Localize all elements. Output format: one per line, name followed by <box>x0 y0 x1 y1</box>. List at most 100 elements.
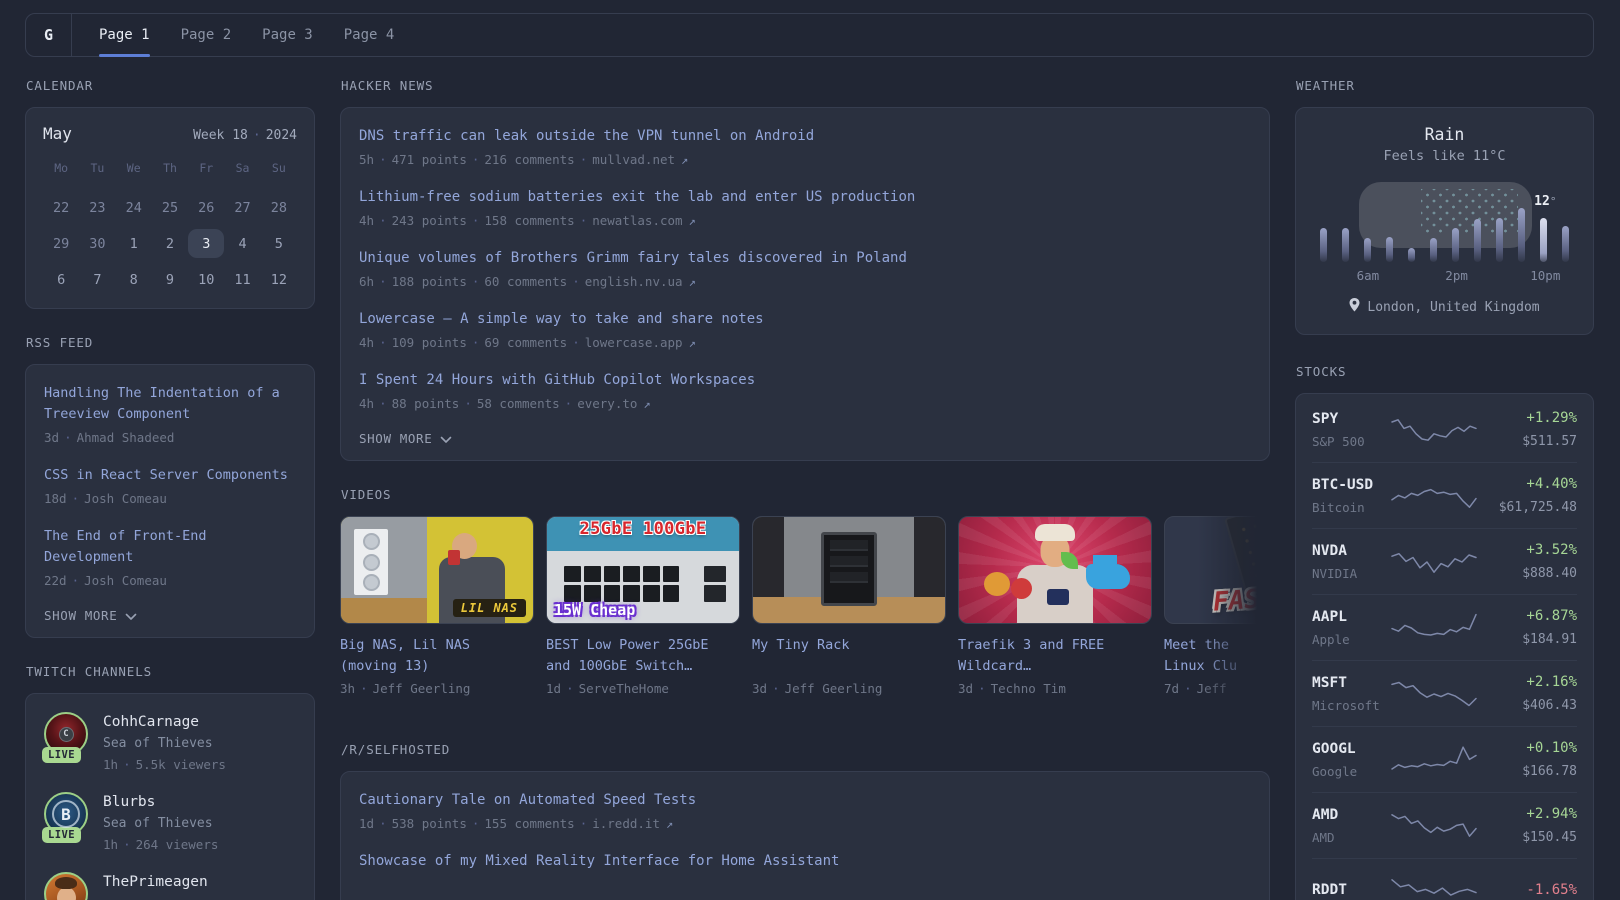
stock-ticker: RDDT <box>1312 881 1347 898</box>
feed-item-link[interactable]: Lowercase – A simple way to take and sha… <box>359 309 1251 330</box>
item-meta: 5h · 471 points · 216 comments · mullvad.net ↗ <box>359 150 1251 170</box>
reddit-list: Cautionary Tale on Automated Speed Tests… <box>359 790 1251 872</box>
calendar-widget: May Week 18 · 2024 Mo Tu We Th Fr Sa Su 22 23 24 25… <box>25 107 315 309</box>
stock-row[interactable]: BTC-USD Bitcoin +4.40% $61,725.48 <box>1312 462 1577 528</box>
tab-page-3[interactable]: Page 3 <box>262 14 313 56</box>
calendar-day: 29 <box>53 235 70 252</box>
hackernews-item: DNS traffic can leak outside the VPN tun… <box>359 126 1251 170</box>
tab-page-2[interactable]: Page 2 <box>181 14 232 56</box>
temperature-bars <box>1320 177 1569 262</box>
meta-part: Jeff <box>1196 681 1227 696</box>
stock-ticker: SPY <box>1312 410 1339 427</box>
meta-part: Josh Comeau <box>84 573 167 588</box>
stock-name: Microsoft <box>1312 697 1380 713</box>
stock-ticker: GOOGL <box>1312 740 1356 757</box>
meta-part: mullvad.net <box>592 152 676 167</box>
avatar-glyph <box>56 886 76 900</box>
show-more-button[interactable]: SHOW MORE <box>44 608 296 623</box>
hackernews-widget: DNS traffic can leak outside the VPN tun… <box>340 107 1270 461</box>
temperature-bar <box>1320 228 1327 262</box>
calendar-month: May <box>43 124 72 143</box>
stock-numbers: +4.40% $61,725.48 <box>1477 475 1577 517</box>
meta-part: 158 comments <box>484 213 575 228</box>
twitch-section: TWITCH CHANNELS C LIVE CohhCarnage Sea of T… <box>25 664 315 900</box>
tab-page-1[interactable]: Page 1 <box>99 14 150 57</box>
hackernews-item: Lowercase – A simple way to take and sha… <box>359 309 1251 353</box>
left-column: CALENDAR May Week 18 · 2024 Mo Tu We Th Fr Sa Su… <box>25 78 315 900</box>
temperature-bar <box>1474 219 1481 262</box>
feed-item-link[interactable]: I Spent 24 Hours with GitHub Copilot Wor… <box>359 370 1251 391</box>
stock-identity: BTC-USD Bitcoin <box>1312 476 1391 517</box>
meta-part: 88 points <box>391 396 460 411</box>
video-card[interactable]: My Tiny Rack 3d · Jeff Geerling <box>752 516 946 696</box>
video-card[interactable]: FAS Meet the Linux Clu 7d · Jeff <box>1164 516 1270 696</box>
item-meta: 3h · Jeff Geerling <box>340 681 534 696</box>
feed-item-link[interactable]: CSS in React Server Components <box>44 465 296 486</box>
meta-part: 216 comments <box>484 152 575 167</box>
tab-page-4[interactable]: Page 4 <box>344 14 395 56</box>
app-logo[interactable]: G <box>26 14 72 56</box>
feed-item-link[interactable]: The End of Front-End Development <box>44 526 296 568</box>
stock-change: +6.87% <box>1526 608 1577 624</box>
feed-item-link[interactable]: Unique volumes of Brothers Grimm fairy t… <box>359 248 1251 269</box>
stock-ticker: MSFT <box>1312 674 1347 691</box>
stock-row[interactable]: NVDA NVIDIA +3.52% $888.40 <box>1312 528 1577 594</box>
location-text: London, United Kingdom <box>1367 299 1540 315</box>
show-more-button[interactable]: SHOW MORE <box>359 431 1251 446</box>
feed-item-link[interactable]: Lithium-free sodium batteries exit the l… <box>359 187 1251 208</box>
tab-nav: Page 1 Page 2 Page 3 Page 4 <box>99 14 395 57</box>
stock-row[interactable]: AMD AMD +2.94% $150.45 <box>1312 792 1577 858</box>
calendar-day-header: Sa <box>235 161 250 175</box>
temperature-bar <box>1386 237 1393 262</box>
stock-name: Bitcoin <box>1312 499 1365 515</box>
channel-info: Blurbs Sea of Thieves 1h · 264 viewers <box>103 792 218 854</box>
channel-name: CohhCarnage <box>103 714 200 730</box>
calendar-day-header: Tu <box>90 161 105 175</box>
stock-identity: AMD AMD <box>1312 806 1391 847</box>
reddit-section: /R/SELFHOSTED Cautionary Tale on Automat… <box>340 742 1270 900</box>
right-column: WEATHER Rain Feels like 11°C 12° 6am 2pm 1… <box>1295 78 1594 900</box>
stock-row[interactable]: AAPL Apple +6.87% $184.91 <box>1312 594 1577 660</box>
feed-item-link[interactable]: Handling The Indentation of a Treeview C… <box>44 383 296 425</box>
stock-change: +1.29% <box>1526 410 1577 426</box>
calendar-year: 2024 <box>265 128 297 143</box>
feed-item-link[interactable]: Cautionary Tale on Automated Speed Tests <box>359 790 1251 811</box>
video-card[interactable]: 25GbE 100GbE 15W Cheap BEST Low Power 25Gb… <box>546 516 740 696</box>
feed-item-link[interactable]: Showcase of my Mixed Reality Interface f… <box>359 851 1251 872</box>
dot-separator: · <box>579 213 588 228</box>
reddit-item: Cautionary Tale on Automated Speed Tests… <box>359 790 1251 834</box>
weather-feels-like: Feels like 11°C <box>1383 148 1506 164</box>
meta-part: Jeff Geerling <box>784 681 883 696</box>
meta-part: 5h <box>359 152 375 167</box>
stock-identity: MSFT Microsoft <box>1312 674 1391 715</box>
video-card[interactable]: LIL NAS Big NAS, Lil NAS (moving 13) 3h · Je… <box>340 516 534 696</box>
meta-part: 5.5k viewers <box>135 757 226 772</box>
channel-avatar: C LIVE <box>42 712 88 763</box>
calendar-day: 9 <box>165 271 175 288</box>
stock-numbers: +2.16% $406.43 <box>1477 673 1577 715</box>
stock-row[interactable]: MSFT Microsoft +2.16% $406.43 <box>1312 660 1577 726</box>
temperature-bar <box>1452 228 1459 262</box>
stock-name: NVIDIA <box>1312 565 1358 581</box>
rss-item: CSS in React Server Components 18d · Josh C… <box>44 465 296 509</box>
dot-separator: · <box>360 681 368 696</box>
video-card[interactable]: Traefik 3 and FREE Wildcard… 3d · Techno Ti… <box>958 516 1152 696</box>
calendar-day: 30 <box>89 235 106 252</box>
stock-row[interactable]: GOOGL Google +0.10% $166.78 <box>1312 726 1577 792</box>
dot-separator: · <box>772 681 780 696</box>
stock-identity: AAPL Apple <box>1312 608 1391 649</box>
calendar-day: 26 <box>198 199 215 216</box>
dot-separator: · <box>464 396 472 411</box>
item-meta: 18d · Josh Comeau <box>44 489 296 509</box>
twitch-channel[interactable]: LIVE ThePrimeagen <box>44 872 296 900</box>
twitch-channel[interactable]: C LIVE CohhCarnage Sea of Thieves 1h · 5.5k vi… <box>42 712 296 774</box>
twitch-channel[interactable]: B LIVE Blurbs Sea of Thieves 1h · 264 viewers <box>42 792 296 854</box>
dot-separator: · <box>64 430 72 445</box>
stock-row[interactable]: SPY S&P 500 +1.29% $511.57 <box>1312 397 1577 462</box>
temperature-bar <box>1540 218 1547 262</box>
stock-row[interactable]: RDDT -1.65% <box>1312 858 1577 900</box>
feed-item-link[interactable]: DNS traffic can leak outside the VPN tun… <box>359 126 1251 147</box>
weather-time-labels: 6am 2pm 10pm <box>1320 268 1569 284</box>
calendar-day: 4 <box>238 235 247 252</box>
item-meta: 3d · Jeff Geerling <box>752 681 946 696</box>
